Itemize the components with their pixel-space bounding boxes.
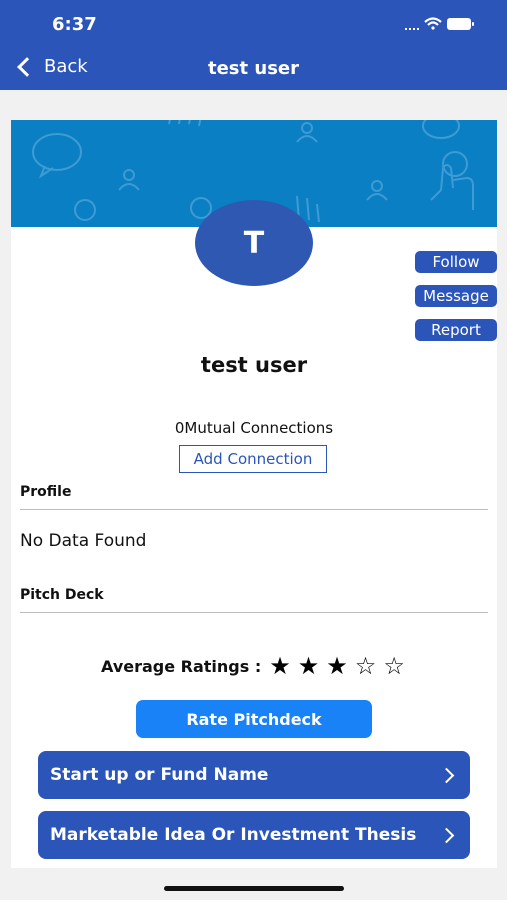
wifi-icon — [424, 17, 442, 30]
star-filled-icon: ★ — [326, 652, 348, 680]
status-time: 6:37 — [52, 14, 97, 35]
star-filled-icon: ★ — [269, 652, 291, 680]
list-item-idea-thesis[interactable]: Marketable Idea Or Investment Thesis — [38, 811, 470, 859]
top-bar: 6:37 Back test user — [0, 0, 507, 90]
person-icon — [74, 199, 96, 221]
profile-section-label: Profile — [20, 484, 72, 500]
signal-icon — [405, 28, 419, 30]
avatar: T — [195, 200, 313, 286]
mutual-connections: 0Mutual Connections — [174, 419, 334, 437]
list-item-label: Start up or Fund Name — [50, 765, 269, 785]
star-rating: ★ ★ ★ ☆ ☆ — [269, 654, 405, 678]
chat-bubble-icon — [422, 120, 460, 139]
star-empty-icon: ☆ — [383, 652, 405, 680]
home-indicator — [164, 886, 344, 891]
follow-button[interactable]: Follow — [415, 251, 497, 273]
chevron-right-icon — [438, 767, 455, 783]
hand-tap-icon — [430, 151, 474, 210]
divider — [20, 509, 488, 510]
chat-bubble-icon — [32, 133, 82, 179]
profile-empty-text: No Data Found — [20, 531, 147, 551]
profile-name: test user — [200, 353, 308, 377]
status-icons — [405, 17, 474, 30]
divider — [20, 612, 488, 613]
star-filled-icon: ★ — [297, 652, 320, 680]
average-ratings: Average Ratings : ★ ★ ★ ☆ ☆ — [101, 654, 405, 678]
list-item-startup-name[interactable]: Start up or Fund Name — [38, 751, 470, 799]
profile-card: T Follow Message Report test user 0Mutua… — [11, 120, 497, 868]
rate-pitchdeck-button[interactable]: Rate Pitchdeck — [136, 700, 372, 738]
chevron-right-icon — [438, 827, 455, 843]
message-button[interactable]: Message — [415, 285, 497, 307]
report-button[interactable]: Report — [415, 319, 497, 341]
star-empty-icon: ☆ — [354, 652, 377, 680]
pitch-deck-section-label: Pitch Deck — [20, 587, 104, 603]
person-icon — [296, 122, 318, 143]
list-item-label: Marketable Idea Or Investment Thesis — [50, 825, 417, 845]
person-icon — [118, 169, 140, 191]
person-icon — [366, 180, 388, 201]
page-title: test user — [207, 58, 299, 79]
ratings-label: Average Ratings : — [101, 656, 262, 676]
hand-tap-icon — [168, 120, 202, 127]
add-connection-button[interactable]: Add Connection — [179, 445, 327, 473]
battery-icon — [447, 18, 474, 30]
